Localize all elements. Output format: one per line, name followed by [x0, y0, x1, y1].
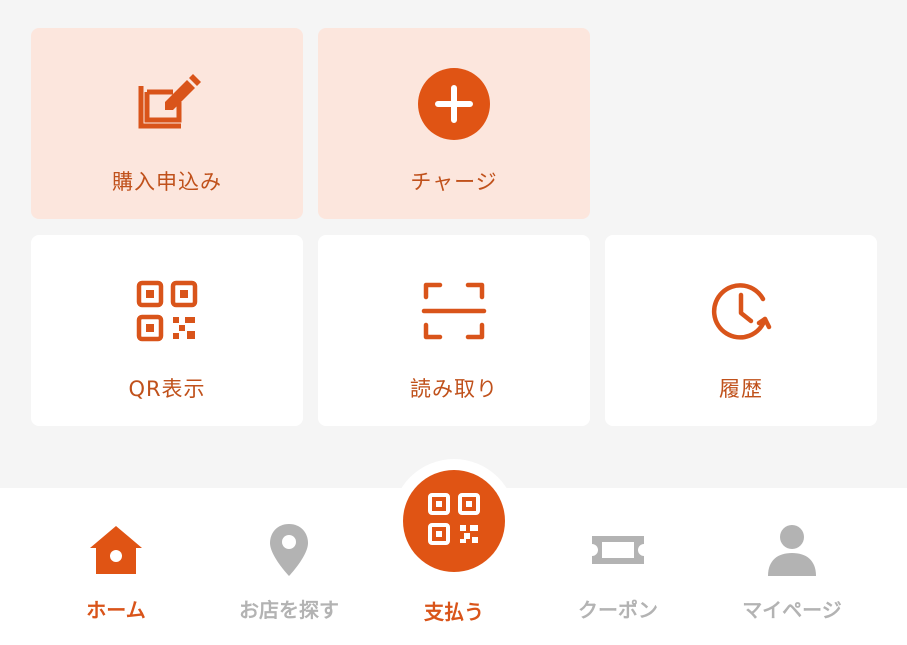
- history-tile[interactable]: 履歴: [605, 235, 877, 426]
- tile-label: 読み取り: [410, 377, 498, 401]
- nav-pay-label[interactable]: 支払う: [379, 596, 529, 625]
- app-screen: 購入申込み チャージ QR表示 読み取り 履歴 ホーム お店を探す 支払う クー…: [0, 0, 907, 645]
- user-icon: [762, 520, 822, 580]
- tile-label: 購入申込み: [112, 170, 222, 194]
- nav-coupon[interactable]: クーポン: [543, 488, 693, 645]
- scan-frame-icon: [416, 273, 492, 349]
- tile-label: チャージ: [410, 170, 498, 194]
- nav-label: お店を探す: [239, 598, 339, 622]
- nav-home[interactable]: ホーム: [41, 488, 191, 645]
- edit-square-icon: [129, 66, 205, 142]
- qr-code-icon: [426, 491, 482, 551]
- qr-display-tile[interactable]: QR表示: [31, 235, 303, 426]
- tile-label: QR表示: [128, 377, 206, 401]
- pay-button[interactable]: [403, 470, 505, 572]
- home-icon: [86, 520, 146, 580]
- nav-find-shops[interactable]: お店を探す: [214, 488, 364, 645]
- qr-code-icon: [129, 273, 205, 349]
- plus-circle-icon: [416, 66, 492, 142]
- tile-label: 履歴: [719, 377, 763, 401]
- nav-label: マイページ: [742, 598, 842, 622]
- nav-label: ホーム: [86, 598, 146, 622]
- scan-tile[interactable]: 読み取り: [318, 235, 590, 426]
- purchase-application-tile[interactable]: 購入申込み: [31, 28, 303, 219]
- map-pin-icon: [259, 520, 319, 580]
- nav-mypage[interactable]: マイページ: [717, 488, 867, 645]
- ticket-icon: [588, 520, 648, 580]
- nav-label: クーポン: [578, 598, 658, 622]
- history-clock-icon: [703, 273, 779, 349]
- charge-tile[interactable]: チャージ: [318, 28, 590, 219]
